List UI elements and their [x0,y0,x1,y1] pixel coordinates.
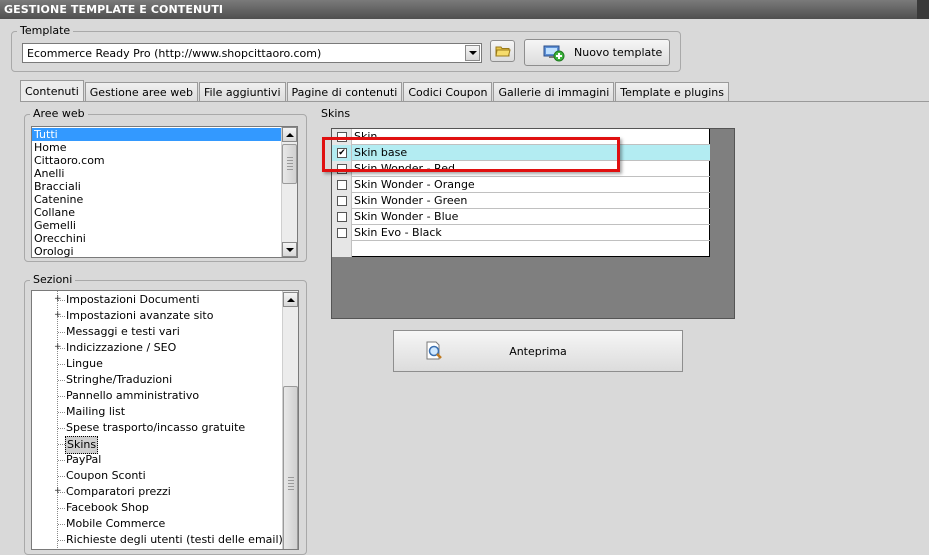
tab-gallerie-di-immagini[interactable]: Gallerie di immagini [493,82,615,101]
preview-button[interactable]: Anteprima [393,330,683,372]
expand-plus-icon[interactable]: + [54,295,62,304]
tree-item-label: Pannello amministrativo [66,389,200,402]
skin-row[interactable]: Skin Wonder - Orange [332,177,710,193]
expand-plus-icon[interactable]: + [54,311,62,320]
tab-gestione-aree-web[interactable]: Gestione aree web [84,82,198,101]
list-item[interactable]: Cittaoro.com [32,154,297,167]
expand-plus-icon[interactable]: + [54,343,62,352]
skin-name: Skin Evo - Black [354,226,442,239]
skin-name: Skin Wonder - Blue [354,210,459,223]
list-item[interactable]: Anelli [32,167,297,180]
tree-item-label: Stringhe/Traduzioni [66,373,173,386]
folder-open-icon [494,46,511,57]
new-template-button[interactable]: Nuovo template [524,39,670,66]
sezioni-label: Sezioni [30,274,76,286]
list-item[interactable]: Gemelli [32,219,297,232]
scroll-up-button[interactable] [282,127,297,142]
template-select-dropdown-button[interactable] [465,45,480,61]
skins-label: Skins [318,108,354,120]
skin-row[interactable]: Skin Wonder - Green [332,193,710,209]
titlebar-edge [917,0,929,19]
tree-item-label: Richieste degli utenti (testi delle emai… [66,533,283,546]
skin-check-cell [332,193,352,209]
skin-check-cell [332,177,352,193]
aree-web-scrollbar[interactable] [281,127,297,257]
tree-item-label: Impostazioni avanzate sito [66,309,214,322]
scroll-down-button[interactable] [282,242,297,257]
scroll-up-button[interactable] [283,292,298,307]
grid-check-column-filler [332,241,352,257]
tab-strip: Contenuti Gestione aree web File aggiunt… [20,80,730,101]
document-magnifier-icon [426,341,442,360]
tab-file-aggiuntivi[interactable]: File aggiuntivi [198,82,286,101]
chevron-down-icon [285,247,294,252]
template-select-value: Ecommerce Ready Pro (http://www.shopcitt… [27,47,322,60]
grip-icon [287,157,293,171]
tree-item-label: Lingue [66,357,103,370]
template-select[interactable]: Ecommerce Ready Pro (http://www.shopcitt… [22,43,482,63]
tab-contenuti[interactable]: Contenuti [20,80,84,101]
skin-name: Skin Wonder - Green [354,194,468,207]
aree-web-items: Tutti Home Cittaoro.com Anelli Bracciali… [32,127,297,257]
template-group-label: Template [17,25,74,37]
tree-item-label: Spese trasporto/incasso gratuite [66,421,246,434]
skin-check-cell [332,225,352,241]
sezioni-tree[interactable]: + Impostazioni Documenti + Impostazioni ava… [31,290,299,550]
scroll-thumb[interactable] [282,144,297,184]
chevron-up-icon [285,132,294,137]
skin-checkbox[interactable] [337,196,347,206]
skin-checkbox[interactable] [337,180,347,190]
window-title: GESTIONE TEMPLATE E CONTENUTI [4,3,224,16]
tree-item-label: Indicizzazione / SEO [66,341,177,354]
list-item[interactable]: Catenine [32,193,297,206]
tree-item-label: PayPal [66,453,102,466]
grip-icon [288,477,294,491]
scroll-thumb[interactable] [283,386,298,549]
tree-line [57,291,58,549]
skin-row[interactable]: Skin Evo - Black [332,225,710,241]
skin-row[interactable]: Skin Wonder - Blue [332,209,710,225]
tree-item-label: Mobile Commerce [66,517,166,530]
skin-checkbox[interactable] [337,228,347,238]
open-folder-button[interactable] [490,40,515,62]
tree-item-label: Messaggi e testi vari [66,325,180,338]
skin-checkbox[interactable] [337,212,347,222]
tree-item-label: Comparatori prezzi [66,485,171,498]
aree-web-list[interactable]: Tutti Home Cittaoro.com Anelli Bracciali… [31,126,298,258]
tab-codici-coupon[interactable]: Codici Coupon [403,82,493,101]
tree-item-label: Mailing list [66,405,126,418]
list-item[interactable]: Tutti [32,128,297,141]
preview-label: Anteprima [509,344,567,358]
highlight-box [322,137,620,172]
tab-pane-border [20,101,929,102]
sezioni-scrollbar[interactable] [282,291,298,549]
tree-item-label: Impostazioni Documenti [66,293,200,306]
tab-template-e-plugins[interactable]: Template e plugins [615,82,730,101]
new-template-label: Nuovo template [574,46,663,59]
monitor-add-icon [543,45,565,61]
list-item[interactable]: Bracciali [32,180,297,193]
window-titlebar: GESTIONE TEMPLATE E CONTENUTI [0,0,929,19]
expand-plus-icon[interactable]: + [54,487,62,496]
tree-item-label: Facebook Shop [66,501,149,514]
list-item[interactable]: Collane [32,206,297,219]
list-item[interactable]: Orologi [32,245,297,257]
tab-pagine-di-contenuti[interactable]: Pagine di contenuti [286,82,403,101]
chevron-down-icon [468,51,477,55]
list-item[interactable]: Home [32,141,297,154]
skin-name: Skin Wonder - Orange [354,178,475,191]
list-item[interactable]: Orecchini [32,232,297,245]
skin-check-cell [332,209,352,225]
tree-item-label: Coupon Sconti [66,469,146,482]
aree-web-label: Aree web [30,108,88,120]
chevron-up-icon [286,297,295,302]
